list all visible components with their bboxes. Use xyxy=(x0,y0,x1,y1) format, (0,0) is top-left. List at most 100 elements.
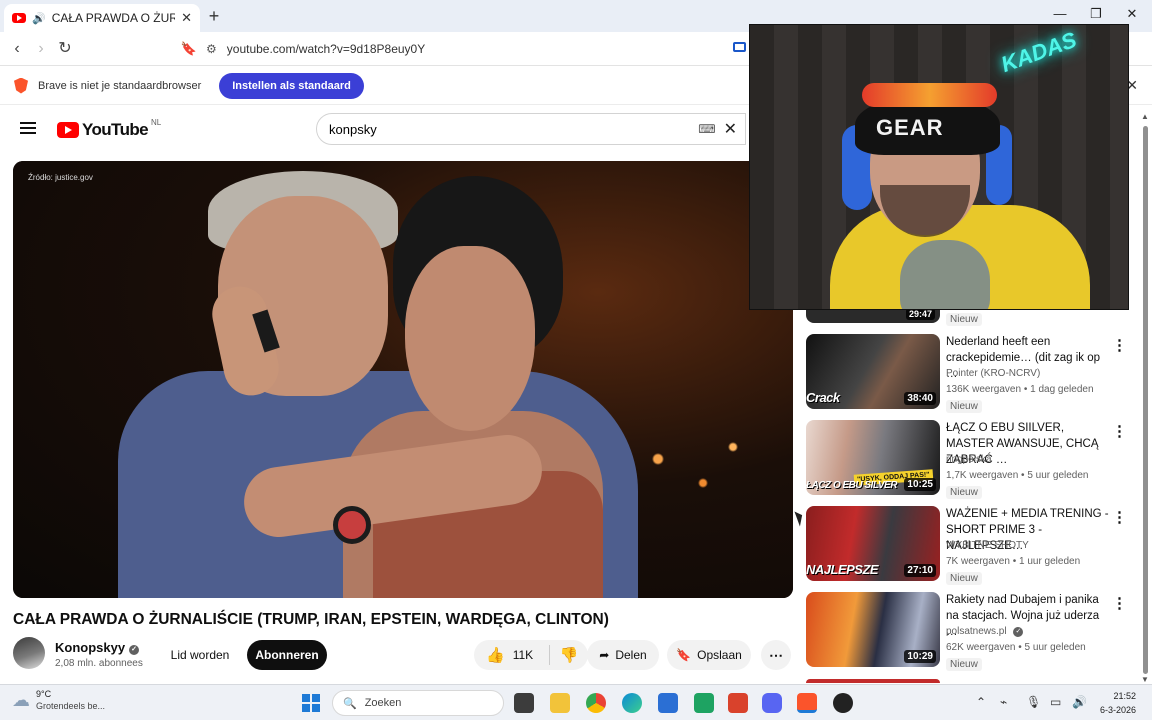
webcam-overlay: KADAS GEAR xyxy=(749,24,1129,310)
start-button[interactable] xyxy=(302,694,320,712)
share-label: Delen xyxy=(615,648,647,662)
thumbs-up-icon: 👍 xyxy=(486,647,505,664)
recommendation-item[interactable]: 10:29 Rakiety nad Dubajem i panika na st… xyxy=(806,592,1136,672)
new-tab-button[interactable]: + xyxy=(204,6,224,26)
screen-share-icon[interactable] xyxy=(733,42,746,52)
set-default-button[interactable]: Instellen als standaard xyxy=(219,72,364,99)
video-player[interactable]: Źródło: justice.gov xyxy=(13,161,793,598)
like-button[interactable]: 👍 11K xyxy=(474,645,550,665)
channel-name-link[interactable]: Konopskyy ✓ xyxy=(55,640,140,655)
recommendation-channel[interactable]: Pointer (KRO-NCRV) xyxy=(946,368,1040,379)
scrollbar-thumb[interactable] xyxy=(1143,126,1148,674)
dislike-button[interactable]: 👎 xyxy=(550,646,588,664)
recommendation-thumbnail[interactable]: "USYK, ODDAJ PAS!" ŁĄCZ O EBU SILVER 10:… xyxy=(806,420,940,495)
recommendation-thumbnail-partial[interactable] xyxy=(806,679,940,683)
reload-icon[interactable]: ↻ xyxy=(54,38,76,60)
obs-icon[interactable] xyxy=(833,693,853,713)
recommendation-channel[interactable]: ringpolska xyxy=(946,454,992,465)
kebab-menu-icon[interactable]: ⋮ xyxy=(1112,336,1127,354)
tray-chevron-icon[interactable]: ⌃ xyxy=(976,695,986,709)
save-label: Opslaan xyxy=(697,648,742,662)
system-clock[interactable]: 21:52 6-3-2026 xyxy=(1100,689,1136,717)
youtube-logo[interactable]: YouTube NL xyxy=(57,118,161,140)
office-icon[interactable] xyxy=(728,693,748,713)
file-explorer-icon[interactable] xyxy=(550,693,570,713)
recommendation-item[interactable]: "USYK, ODDAJ PAS!" ŁĄCZ O EBU SILVER 10:… xyxy=(806,420,1136,500)
youtube-wordmark: YouTube xyxy=(82,120,149,139)
clear-search-icon[interactable]: ✕ xyxy=(724,119,737,139)
new-badge: Nieuw xyxy=(946,572,982,585)
like-dislike-group: 👍 11K 👎 xyxy=(474,640,588,670)
taskbar-search[interactable]: 🔍 Zoeken xyxy=(332,690,504,716)
video-source-caption: Źródło: justice.gov xyxy=(28,173,93,182)
search-box[interactable]: ⌨ ✕ xyxy=(316,113,746,145)
windows-logo-icon xyxy=(302,694,310,702)
forward-arrow-icon[interactable]: › xyxy=(30,38,52,60)
kebab-menu-icon[interactable]: ⋮ xyxy=(1112,422,1127,440)
close-window-button[interactable]: ✕ xyxy=(1122,6,1142,22)
recommendation-channel[interactable]: WYBITNE SHOTY xyxy=(946,540,1029,551)
maximize-button[interactable]: ❐ xyxy=(1086,6,1106,22)
speaker-icon[interactable]: 🔊 xyxy=(32,12,46,25)
sheets-icon[interactable] xyxy=(694,693,714,713)
site-settings-icon[interactable]: ⚙ xyxy=(206,42,217,56)
channel-avatar[interactable] xyxy=(13,637,45,669)
discord-icon[interactable] xyxy=(762,693,782,713)
tab-close-icon[interactable]: ✕ xyxy=(181,10,192,26)
recommendation-item[interactable]: Crack 38:40 Nederland heeft een crackepi… xyxy=(806,334,1136,414)
video-frame xyxy=(13,161,793,598)
minimize-button[interactable]: — xyxy=(1050,6,1070,21)
kebab-menu-icon[interactable]: ⋮ xyxy=(1112,508,1127,526)
subscribe-button[interactable]: Abonneren xyxy=(247,640,327,670)
windows-logo-icon xyxy=(312,694,320,702)
scroll-up-arrow-icon[interactable]: ▲ xyxy=(1141,112,1149,121)
browser-tab[interactable]: 🔊 CAŁA PRAWDA O ŻURNALIŚC ✕ xyxy=(4,4,200,32)
recommendation-meta: 62K weergaven • 5 uur geleden xyxy=(946,642,1086,653)
more-actions-button[interactable]: ⋯ xyxy=(761,640,791,670)
mouse-cursor-icon xyxy=(794,509,806,527)
page-scrollbar[interactable]: ▲ ▼ xyxy=(1140,112,1150,684)
recommendation-channel[interactable]: polsatnews.pl ✓ xyxy=(946,626,1024,637)
recommendation-thumbnail[interactable]: Crack 38:40 xyxy=(806,334,940,409)
video-figure-shape xyxy=(405,246,535,431)
chrome-icon[interactable] xyxy=(586,693,606,713)
task-view-icon[interactable] xyxy=(514,693,534,713)
display-icon[interactable]: ▭ xyxy=(1050,695,1061,709)
thumbnail-overlay-text: ŁĄCZ O EBU SILVER xyxy=(806,480,897,491)
beanie-print: GEAR xyxy=(876,115,944,140)
duration-badge: 10:25 xyxy=(904,478,936,491)
back-arrow-icon[interactable]: ‹ xyxy=(6,38,28,60)
address-bar[interactable]: ⚙ youtube.com/watch?v=9d18P8euy0Y xyxy=(200,36,760,62)
recommendation-meta: 7K weergaven • 1 uur geleden xyxy=(946,556,1081,567)
save-button[interactable]: 🔖 Opslaan xyxy=(667,640,751,670)
docs-icon[interactable] xyxy=(658,693,678,713)
bookmark-icon[interactable]: 🔖 xyxy=(178,38,200,60)
share-button[interactable]: ➦ Delen xyxy=(587,640,659,670)
kebab-menu-icon[interactable]: ⋮ xyxy=(1112,594,1127,612)
windows-logo-icon xyxy=(302,704,310,712)
menu-icon[interactable] xyxy=(20,122,36,134)
verified-icon: ✓ xyxy=(129,645,140,655)
recommendation-item[interactable]: NAJLEPSZE 27:10 WAŻENIE + MEDIA TRENING … xyxy=(806,506,1136,586)
microphone-icon[interactable]: 🎙 xyxy=(1026,695,1041,709)
subscriber-count: 2,08 mln. abonnees xyxy=(55,658,143,669)
new-badge: Nieuw xyxy=(946,313,982,326)
volume-icon[interactable]: 🔊 xyxy=(1072,695,1087,709)
duration-badge: 38:40 xyxy=(904,392,936,405)
infobar-message: Brave is niet je standaardbrowser xyxy=(38,79,202,92)
scroll-down-arrow-icon[interactable]: ▼ xyxy=(1141,675,1149,684)
network-icon[interactable]: ⌁ xyxy=(1000,695,1007,709)
recommendation-channel-name: polsatnews.pl xyxy=(946,626,1007,637)
weather-widget[interactable]: ☁ 9°C Grotendeels be... xyxy=(12,688,105,712)
brave-lion-icon xyxy=(14,77,28,94)
windows-logo-icon xyxy=(312,704,320,712)
recommendation-thumbnail[interactable]: 10:29 xyxy=(806,592,940,667)
edge-icon[interactable] xyxy=(622,693,642,713)
keyboard-icon[interactable]: ⌨ xyxy=(698,122,715,136)
video-figure-shape xyxy=(333,506,371,544)
search-input[interactable] xyxy=(329,121,699,137)
brave-taskbar-icon[interactable] xyxy=(797,693,817,713)
join-button[interactable]: Lid worden xyxy=(160,640,240,670)
recommendation-meta: 136K weergaven • 1 dag geleden xyxy=(946,384,1094,395)
recommendation-thumbnail[interactable]: NAJLEPSZE 27:10 xyxy=(806,506,940,581)
